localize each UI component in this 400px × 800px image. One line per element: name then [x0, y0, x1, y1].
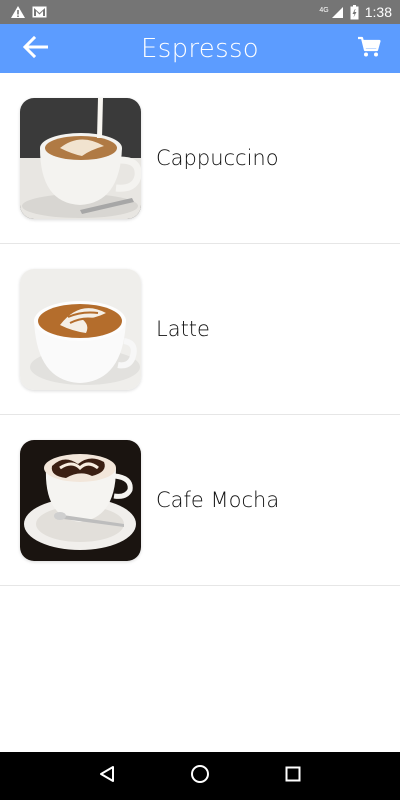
network-type-label: 4G [319, 7, 329, 14]
status-time: 1:38 [364, 4, 392, 20]
latte-image [20, 268, 141, 390]
arrow-back-icon [22, 35, 49, 62]
nav-back-button[interactable] [87, 756, 127, 796]
gmail-icon [32, 6, 47, 18]
nav-home-icon [190, 764, 210, 788]
nav-back-icon [98, 765, 116, 787]
list-item-cappuccino[interactable]: Cappuccino [0, 73, 400, 244]
list-item-cafe-mocha[interactable]: Cafe Mocha [0, 415, 400, 586]
nav-recents-icon [285, 766, 301, 786]
navigation-bar [0, 752, 400, 800]
warning-icon [10, 5, 26, 19]
list-item-latte[interactable]: Latte [0, 244, 400, 415]
status-right: 4G 1:38 [319, 4, 392, 20]
app-bar: Espresso [0, 24, 400, 73]
status-bar: 4G 1:38 [0, 0, 400, 24]
item-label: Latte [156, 317, 210, 341]
shopping-cart-icon [357, 36, 381, 62]
signal-icon [331, 6, 344, 19]
nav-home-button[interactable] [180, 756, 220, 796]
cafe-mocha-image [20, 439, 141, 561]
battery-icon [350, 4, 359, 20]
item-label: Cafe Mocha [156, 488, 280, 512]
nav-recents-button[interactable] [273, 756, 313, 796]
item-label: Cappuccino [156, 146, 279, 170]
status-left [10, 5, 47, 19]
coffee-list: Cappuccino Latte Cafe Mocha [0, 73, 400, 586]
page-title: Espresso [141, 33, 259, 64]
cappuccino-image [20, 97, 141, 219]
cart-button[interactable] [354, 34, 384, 64]
back-button[interactable] [18, 33, 54, 65]
